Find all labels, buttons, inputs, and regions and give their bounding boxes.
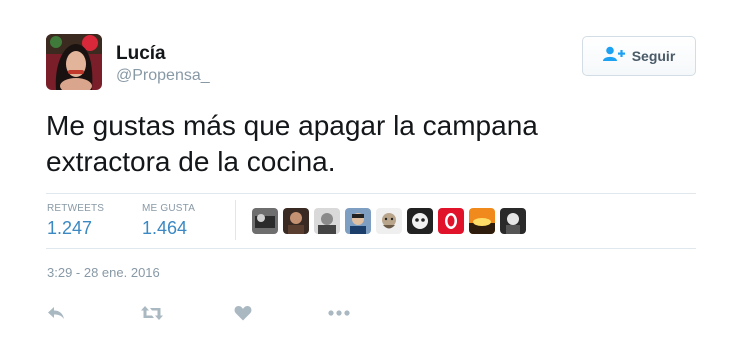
- reply-icon: [48, 307, 64, 319]
- stats-separator: [235, 200, 236, 240]
- like-button[interactable]: [234, 303, 328, 323]
- likers-list: [252, 208, 526, 234]
- liker-avatar-6[interactable]: [407, 208, 433, 234]
- liker-avatar-7[interactable]: [438, 208, 464, 234]
- tweet-card: Lucía @Propensa_ Seguir Me gustas más qu…: [0, 0, 743, 361]
- divider: [46, 248, 696, 249]
- retweets-label: RETWEETS: [47, 203, 105, 214]
- more-icon: [328, 310, 350, 316]
- follow-button-label: Seguir: [631, 48, 676, 64]
- author-handle[interactable]: @Propensa_: [116, 67, 210, 85]
- liker-avatar-4[interactable]: [345, 208, 371, 234]
- tweet-text-line-1: Me gustas más que apagar la campana: [46, 110, 538, 141]
- liker-avatar-5[interactable]: [376, 208, 402, 234]
- liker-avatar-9[interactable]: [500, 208, 526, 234]
- liker-avatar-3[interactable]: [314, 208, 340, 234]
- liker-avatar-1[interactable]: [252, 208, 278, 234]
- author-name[interactable]: Lucía: [116, 43, 166, 65]
- retweet-icon: [141, 306, 163, 320]
- add-user-icon: [602, 46, 625, 67]
- tweet-timestamp[interactable]: 3:29 - 28 ene. 2016: [47, 265, 160, 280]
- tweet-text: Me gustas más que apagar la campana extr…: [46, 108, 686, 180]
- retweet-button[interactable]: [140, 303, 234, 323]
- follow-button[interactable]: Seguir: [582, 36, 696, 76]
- retweets-stat[interactable]: RETWEETS 1.247: [47, 203, 104, 239]
- tweet-actions: [46, 303, 422, 323]
- likes-count: 1.464: [142, 218, 188, 238]
- likes-stat[interactable]: ME GUSTA 1.464: [142, 203, 195, 239]
- likes-label: ME GUSTA: [142, 203, 196, 214]
- retweets-count: 1.247: [47, 218, 93, 238]
- more-button[interactable]: [328, 303, 422, 323]
- liker-avatar-2[interactable]: [283, 208, 309, 234]
- like-icon: [234, 306, 252, 321]
- divider: [46, 193, 696, 194]
- avatar[interactable]: [46, 34, 102, 90]
- liker-avatar-8[interactable]: [469, 208, 495, 234]
- tweet-text-line-2: extractora de la cocina.: [46, 146, 336, 177]
- reply-button[interactable]: [46, 303, 140, 323]
